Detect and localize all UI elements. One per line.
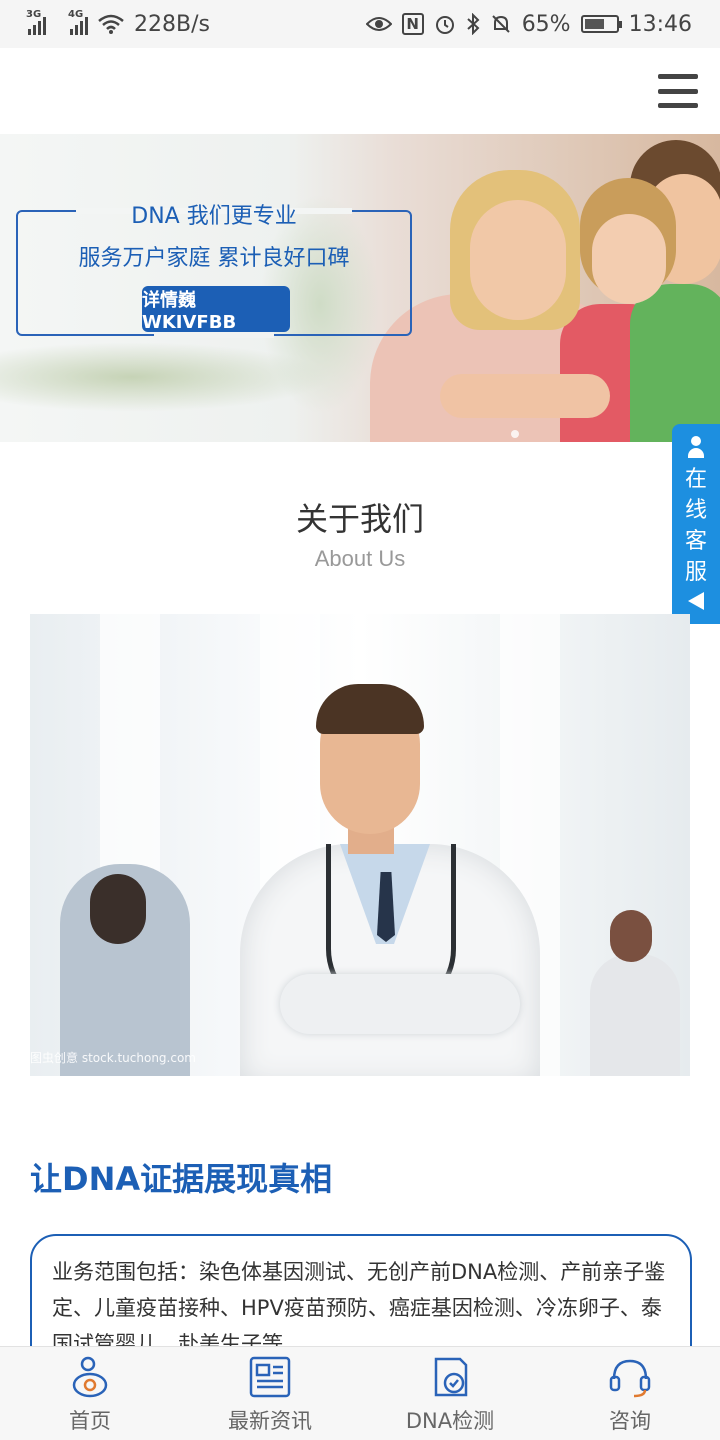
nfc-icon: N [401,13,424,35]
battery-icon [580,15,622,33]
hamburger-menu-icon[interactable] [658,74,698,108]
bottom-navigation: 首页 最新资讯 DNA检测 咨询 [0,1346,720,1440]
about-title: 关于我们 [295,500,424,538]
nav-label: 首页 [69,1409,111,1433]
nav-item-home[interactable]: 首页 [0,1347,180,1440]
nav-item-consult[interactable]: 咨询 [540,1347,720,1440]
nav-label: 最新资讯 [228,1409,312,1433]
network-speed: 228B/s [134,11,210,37]
nav-item-dna-check[interactable]: DNA检测 [360,1347,540,1440]
carousel-indicator-dot[interactable] [511,430,519,438]
signal-type-label: 3G [26,9,42,20]
nav-label: 咨询 [609,1409,651,1433]
signal-4g-icon: 4G [68,9,88,35]
slogan-heading: 让DNA证据展现真相 [30,1160,333,1198]
home-baby-icon [72,1356,108,1398]
signal-3g-icon: 3G [26,9,46,35]
banner-details-button[interactable]: 详情巍 WKIVFBB [142,286,290,333]
banner-title: DNA 我们更专业 [131,204,297,229]
dna-check-icon [434,1357,468,1397]
banner-subtitle: 服务万户家庭 累计良好口碑 [78,246,350,271]
headset-icon [609,1359,651,1398]
banner-text-box: DNA 我们更专业 服务万户家庭 累计良好口碑 详情巍 WKIVFBB [16,204,412,338]
person-icon [686,436,706,460]
nav-label: DNA检测 [405,1409,495,1433]
battery-percent: 65% [521,11,571,37]
photo-watermark: 图虫创意 stock.tuchong.com [30,1051,196,1065]
mute-bell-icon [491,15,510,33]
arrow-left-icon [688,592,704,610]
status-left: 3G 4G 228B/s [26,9,210,37]
status-right: N 65% 13:46 [365,11,692,37]
signal-type-label: 4G [68,9,84,20]
clock-time: 13:46 [628,11,692,37]
news-icon [249,1356,291,1398]
eye-icon [365,17,392,31]
status-bar: 3G 4G 228B/s N 65% 13:46 [0,0,720,48]
hero-banner[interactable]: DNA 我们更专业 服务万户家庭 累计良好口碑 详情巍 WKIVFBB [0,134,720,442]
doctor-photo: 图虫创意 stock.tuchong.com [30,614,690,1076]
about-subtitle: About Us [314,546,406,571]
alarm-icon [435,16,454,34]
nav-item-news[interactable]: 最新资讯 [180,1347,360,1440]
bluetooth-icon [467,13,480,35]
wifi-icon [98,14,124,34]
top-header [0,48,720,134]
